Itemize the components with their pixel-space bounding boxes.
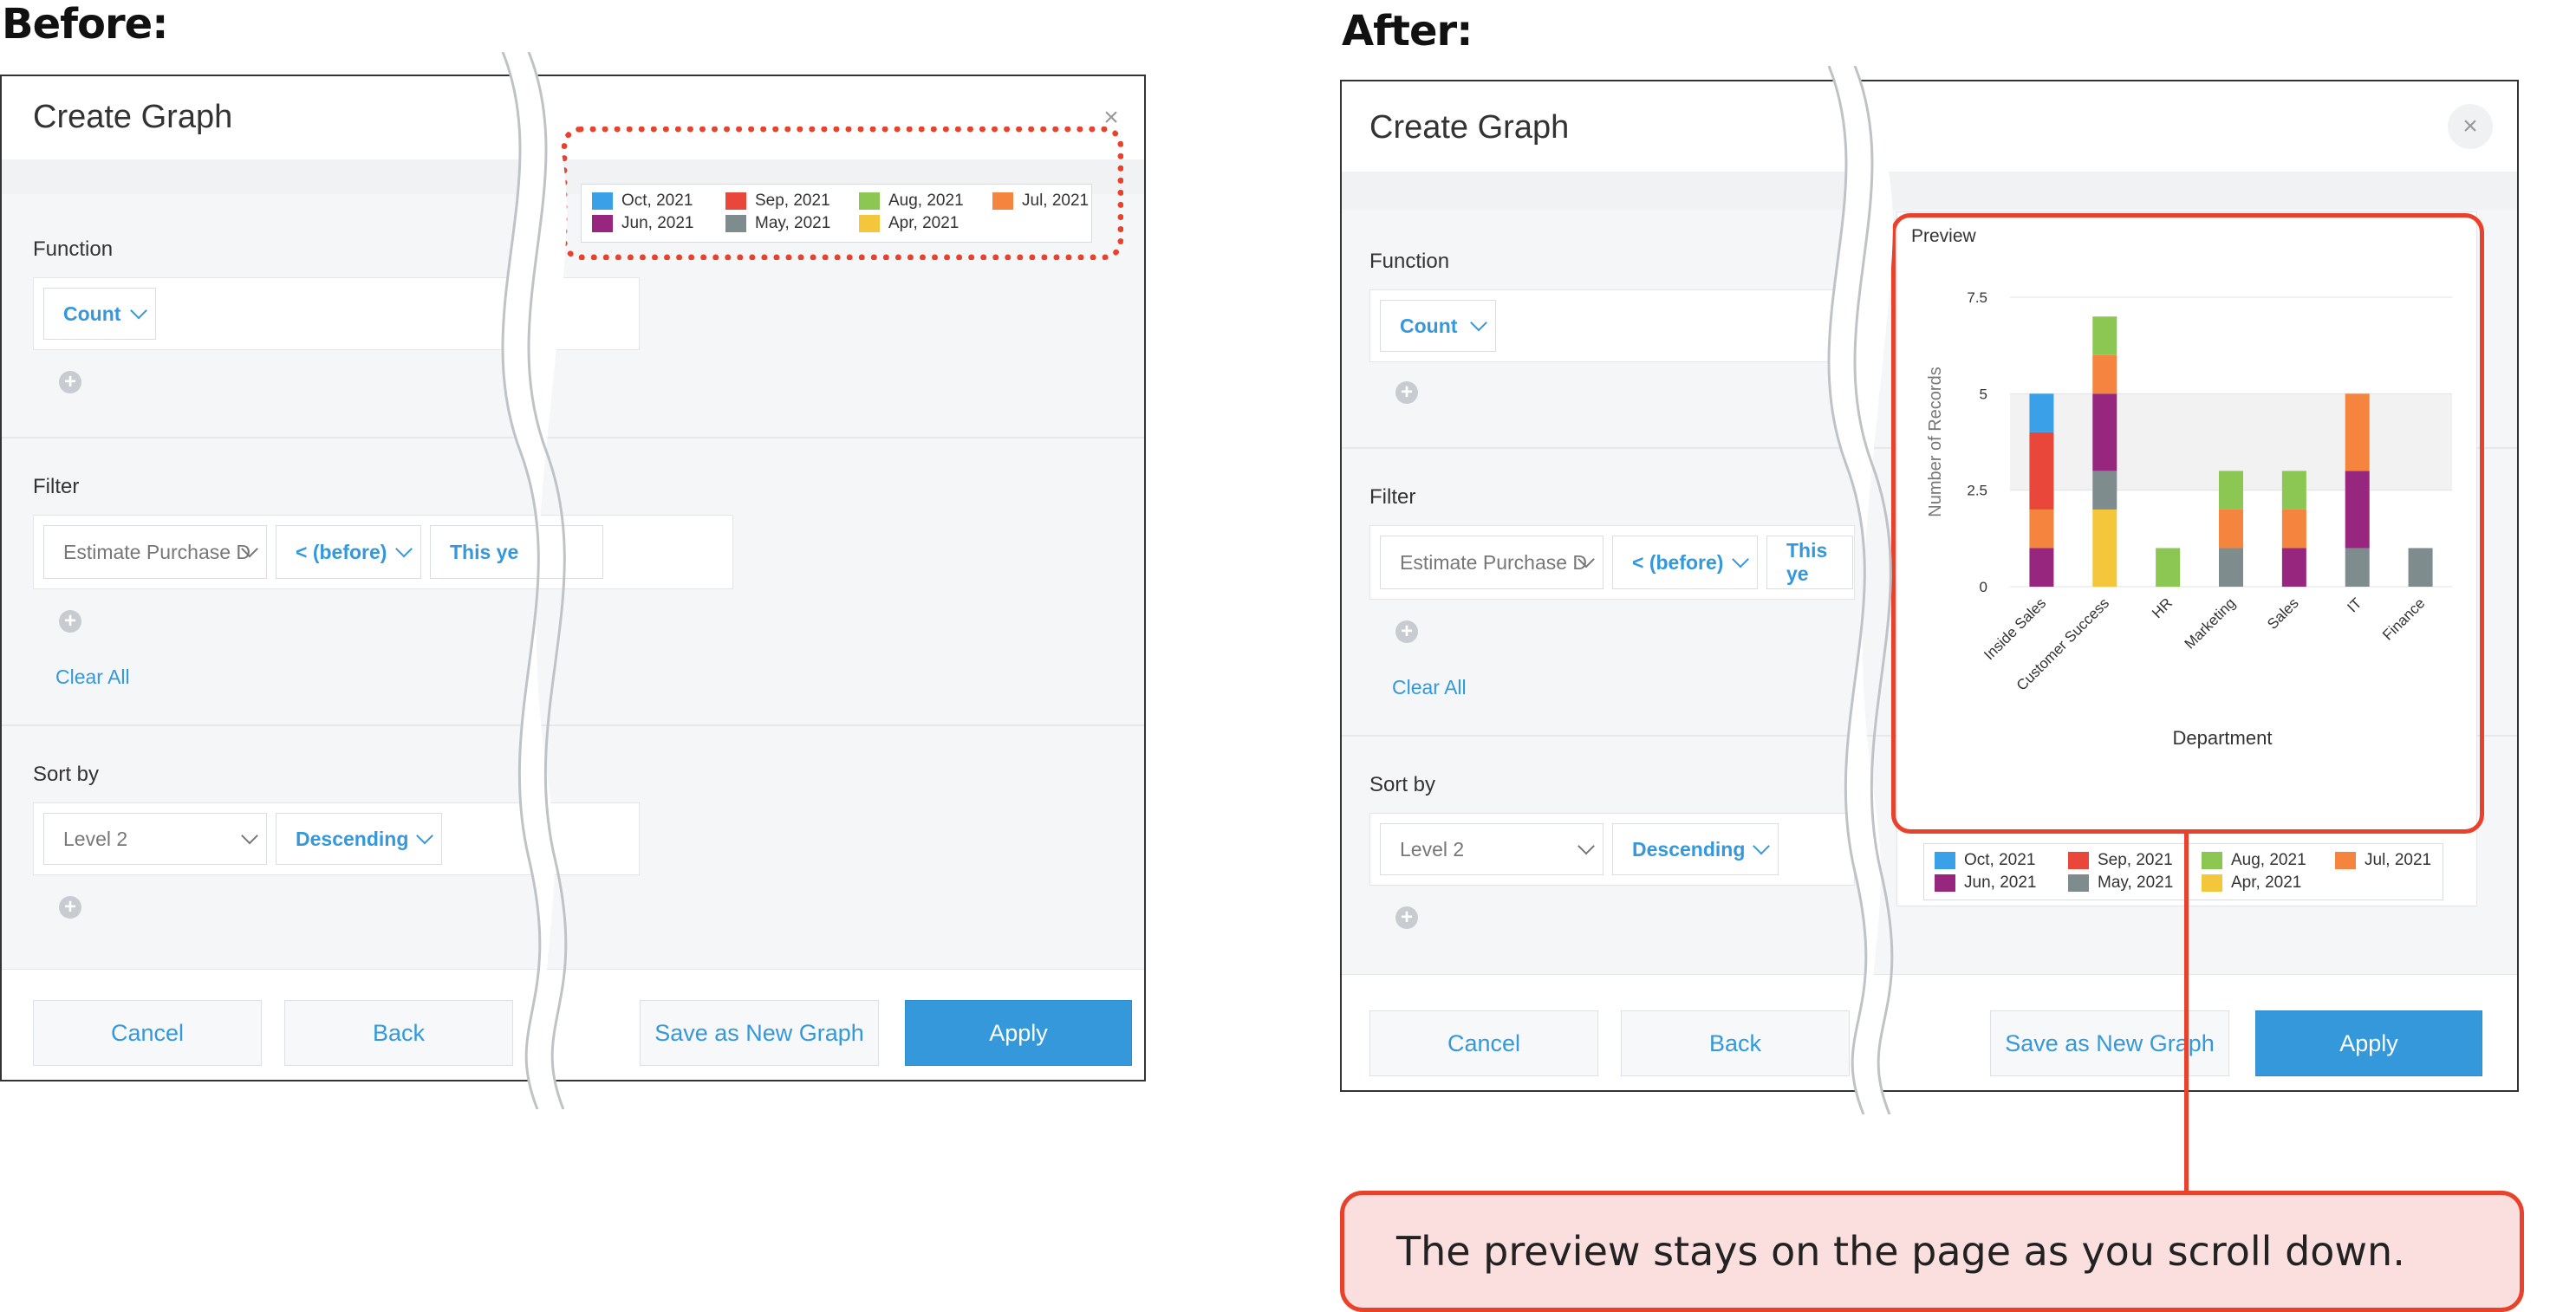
legend-swatch [2068,852,2089,869]
legend-item: Sep, 2021 [2068,851,2173,870]
after-sort-order-select[interactable]: Descending [1612,823,1779,875]
legend-item: May, 2021 [2068,874,2173,893]
legend-item: Apr, 2021 [2202,874,2301,893]
callout-note: The preview stays on the page as you scr… [1340,1191,2524,1312]
after-legend: Oct, 2021 Sep, 2021 Aug, 2021 Jul, 2021 Jun,… [1923,843,2443,900]
chevron-down-icon [395,540,413,558]
after-dialog-title: Create Graph [1369,109,1570,146]
before-filter-field-value: Estimate Purchase D [63,540,251,563]
legend-swatch [1935,874,1955,892]
legend-label: Aug, 2021 [2231,851,2306,869]
before-clear-all-link[interactable]: Clear All [55,666,130,689]
after-function-label: Function [1369,250,1450,273]
after-dialog-header: Create Graph × [1342,81,2517,172]
chevron-down-icon [1577,837,1595,855]
after-filter-label: Filter [1369,485,1416,509]
plus-icon[interactable]: + [59,610,81,633]
after-cancel-button[interactable]: Cancel [1369,1010,1598,1076]
legend-swatch [2068,874,2089,892]
before-filter-operator-value: < (before) [296,540,387,563]
legend-label: Sep, 2021 [2098,851,2173,869]
legend-label: Jun, 2021 [1964,874,2037,892]
legend-label: Apr, 2021 [2231,874,2302,892]
before-sort-label: Sort by [33,763,100,786]
before-function-select[interactable]: Count [43,288,156,340]
callout-text: The preview stays on the page as you scr… [1396,1228,2405,1275]
after-sort-field-value: Level 2 [1400,837,1465,861]
plus-icon[interactable]: + [1395,620,1418,643]
after-heading: After: [1342,7,1473,55]
before-heading: Before: [2,0,168,49]
after-filter-operator-value: < (before) [1632,550,1724,574]
legend-item: Oct, 2021 [1935,851,2035,870]
before-function-label: Function [33,237,114,261]
chevron-down-icon [1470,314,1487,332]
after-wavy-break [1827,66,1894,1114]
chevron-down-icon [1753,837,1770,855]
plus-icon[interactable]: + [1395,381,1418,404]
chevron-down-icon [130,302,147,320]
after-top-band [1342,172,2517,210]
legend-label: May, 2021 [2098,874,2174,892]
after-filter-operator-select[interactable]: < (before) [1612,536,1758,589]
close-icon: × [2462,112,2478,140]
legend-label: Oct, 2021 [1964,851,2036,869]
before-highlight-frame [562,127,1123,260]
legend-swatch [2335,852,2356,869]
before-function-value: Count [63,302,121,325]
legend-item: Jun, 2021 [1935,874,2036,893]
before-cancel-button[interactable]: Cancel [33,1000,262,1066]
legend-swatch [2202,874,2222,892]
after-function-select[interactable]: Count [1380,300,1496,352]
callout-connector [2184,834,2189,1198]
legend-swatch [1935,852,1955,869]
plus-icon[interactable]: + [59,371,81,393]
plus-icon[interactable]: + [1395,906,1418,929]
chevron-down-icon [1732,550,1749,568]
before-wavy-break [501,52,568,1109]
after-sort-field-select[interactable]: Level 2 [1380,823,1603,875]
before-sort-order-value: Descending [296,827,409,850]
after-filter-field-select[interactable]: Estimate Purchase D [1380,536,1603,589]
legend-label: Jul, 2021 [2365,851,2432,869]
after-sort-order-value: Descending [1632,837,1746,861]
chevron-down-icon [416,827,433,845]
legend-item: Jul, 2021 [2335,851,2431,870]
before-back-button[interactable]: Back [284,1000,513,1066]
before-filter-field-select[interactable]: Estimate Purchase D [43,525,267,579]
before-apply-button[interactable]: Apply [905,1000,1132,1066]
before-sort-order-select[interactable]: Descending [276,813,442,865]
after-close-button[interactable]: × [2448,104,2493,149]
after-clear-all-link[interactable]: Clear All [1392,676,1467,699]
before-sort-field-select[interactable]: Level 2 [43,813,267,865]
before-sort-field-value: Level 2 [63,827,128,850]
before-save-new-graph-button[interactable]: Save as New Graph [640,1000,879,1066]
after-apply-button[interactable]: Apply [2255,1010,2482,1076]
plus-icon[interactable]: + [59,896,81,919]
after-filter-field-value: Estimate Purchase D [1400,550,1588,574]
after-highlight-frame [1891,213,2484,834]
after-sort-label: Sort by [1369,773,1436,796]
legend-item: Aug, 2021 [2202,851,2306,870]
legend-swatch [2202,852,2222,869]
after-function-value: Count [1400,314,1458,337]
chevron-down-icon [241,827,258,845]
before-filter-operator-select[interactable]: < (before) [276,525,421,579]
after-save-new-graph-button[interactable]: Save as New Graph [1990,1010,2229,1076]
before-filter-label: Filter [33,475,80,498]
before-dialog-title: Create Graph [33,99,233,135]
